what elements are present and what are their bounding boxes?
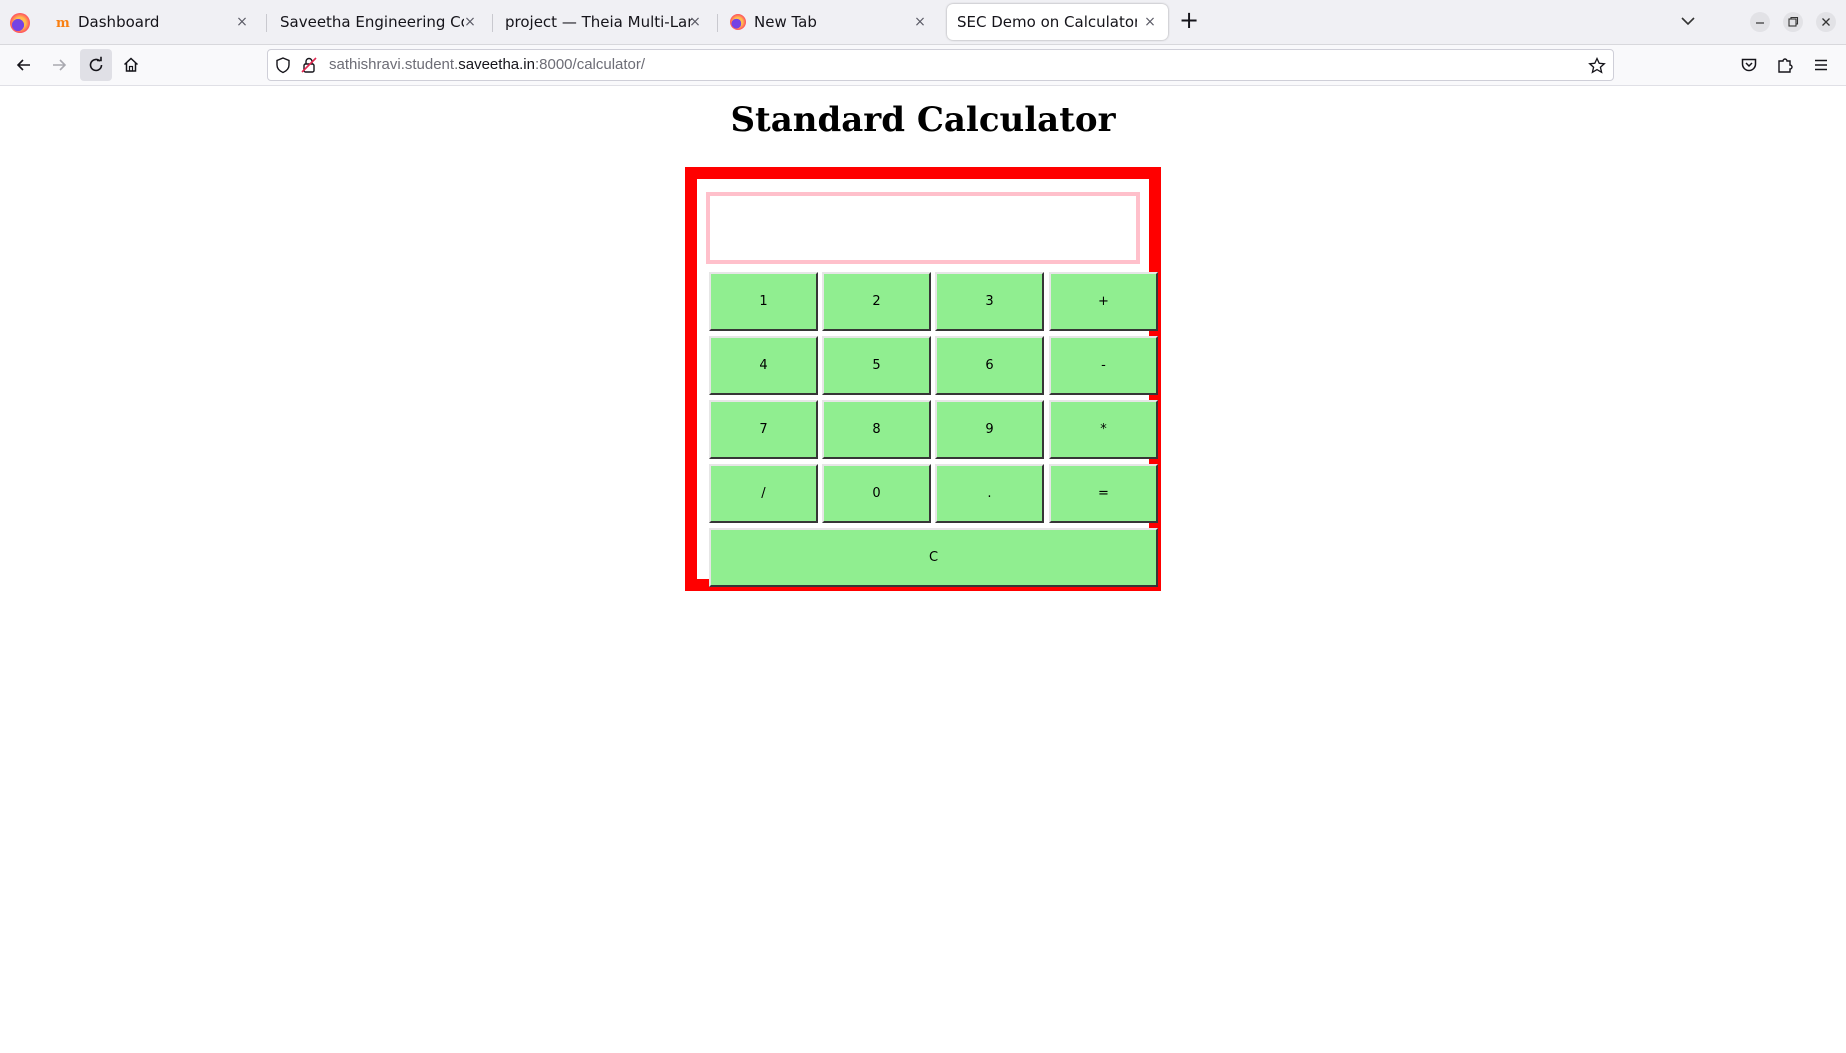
insecure-lock-icon[interactable] [300,56,318,74]
key-divide[interactable]: / [709,464,818,523]
tab-label: SEC Demo on Calculator [957,13,1137,31]
tab-theia[interactable]: project — Theia Multi-Language × [495,4,713,40]
restore-icon [1788,16,1799,27]
key-0[interactable]: 0 [822,464,931,523]
page-title: Standard Calculator [730,100,1116,140]
puzzle-piece-icon [1778,58,1793,73]
key-clear[interactable]: C [709,528,1158,587]
tab-label: Dashboard [78,13,160,31]
forward-button[interactable] [43,49,75,81]
calculator-frame: 1 2 3 + 4 5 6 - 7 8 9 * / 0 . = C [685,167,1161,591]
key-5[interactable]: 5 [822,336,931,395]
url-domain: saveetha.in [458,56,535,73]
app-menu-button[interactable] [1805,49,1837,81]
list-all-tabs-button[interactable] [1675,8,1701,34]
firefox-menu-icon[interactable] [10,13,30,33]
tab-label: Saveetha Engineering College [280,13,464,31]
key-8[interactable]: 8 [822,400,931,459]
address-bar[interactable]: sathishravi.student.saveetha.in:8000/cal… [267,49,1614,81]
chevron-down-icon [1681,17,1695,26]
navigation-toolbar: sathishravi.student.saveetha.in:8000/cal… [0,45,1846,86]
key-equals[interactable]: = [1049,464,1158,523]
home-icon [123,57,139,72]
tab-separator [717,14,718,32]
tab-sec-demo[interactable]: SEC Demo on Calculator × [947,4,1168,40]
tab-label: project — Theia Multi-Language [505,13,693,31]
key-4[interactable]: 4 [709,336,818,395]
key-9[interactable]: 9 [935,400,1044,459]
reload-button[interactable] [80,49,112,81]
key-6[interactable]: 6 [935,336,1044,395]
home-button[interactable] [115,49,147,81]
tracking-protection-shield-icon[interactable] [274,56,292,74]
bookmark-star-icon[interactable] [1587,56,1607,76]
calculator-display[interactable] [706,192,1140,264]
key-minus[interactable]: - [1049,336,1158,395]
hamburger-menu-icon [1815,59,1827,71]
tab-new-tab[interactable]: New Tab × [720,4,938,40]
key-decimal[interactable]: . [935,464,1044,523]
back-button[interactable] [8,49,40,81]
minimize-button[interactable] [1750,12,1770,32]
minimize-icon [1756,22,1764,24]
moodle-icon: m [56,16,70,31]
key-3[interactable]: 3 [935,272,1044,331]
tab-saveetha[interactable]: Saveetha Engineering College × [270,4,488,40]
tab-separator [492,14,493,32]
arrow-right-icon [53,59,67,71]
new-tab-button[interactable]: + [1176,8,1202,34]
url-suffix: :8000/calculator/ [534,56,646,73]
tab-label: New Tab [754,13,817,31]
key-2[interactable]: 2 [822,272,931,331]
close-tab-icon[interactable]: × [460,12,480,32]
close-tab-icon[interactable]: × [1140,12,1160,32]
tab-bar: m Dashboard × Saveetha Engineering Colle… [0,0,1846,45]
key-plus[interactable]: + [1049,272,1158,331]
pocket-button[interactable] [1733,49,1765,81]
reload-icon [89,56,103,72]
url-prefix: sathishravi.student. [329,56,459,73]
close-tab-icon[interactable]: × [910,12,930,32]
tab-separator [266,14,267,32]
key-7[interactable]: 7 [709,400,818,459]
key-multiply[interactable]: * [1049,400,1158,459]
close-tab-icon[interactable]: × [232,12,252,32]
extensions-button[interactable] [1769,49,1801,81]
firefox-icon [730,14,746,30]
close-icon [1822,18,1830,26]
close-window-button[interactable] [1816,12,1836,32]
tab-dashboard[interactable]: m Dashboard × [46,4,260,40]
key-1[interactable]: 1 [709,272,818,331]
arrow-left-icon [16,59,30,71]
restore-button[interactable] [1783,12,1803,32]
close-tab-icon[interactable]: × [685,12,705,32]
url-text[interactable]: sathishravi.student.saveetha.in:8000/cal… [329,56,645,73]
pocket-icon [1741,58,1757,72]
